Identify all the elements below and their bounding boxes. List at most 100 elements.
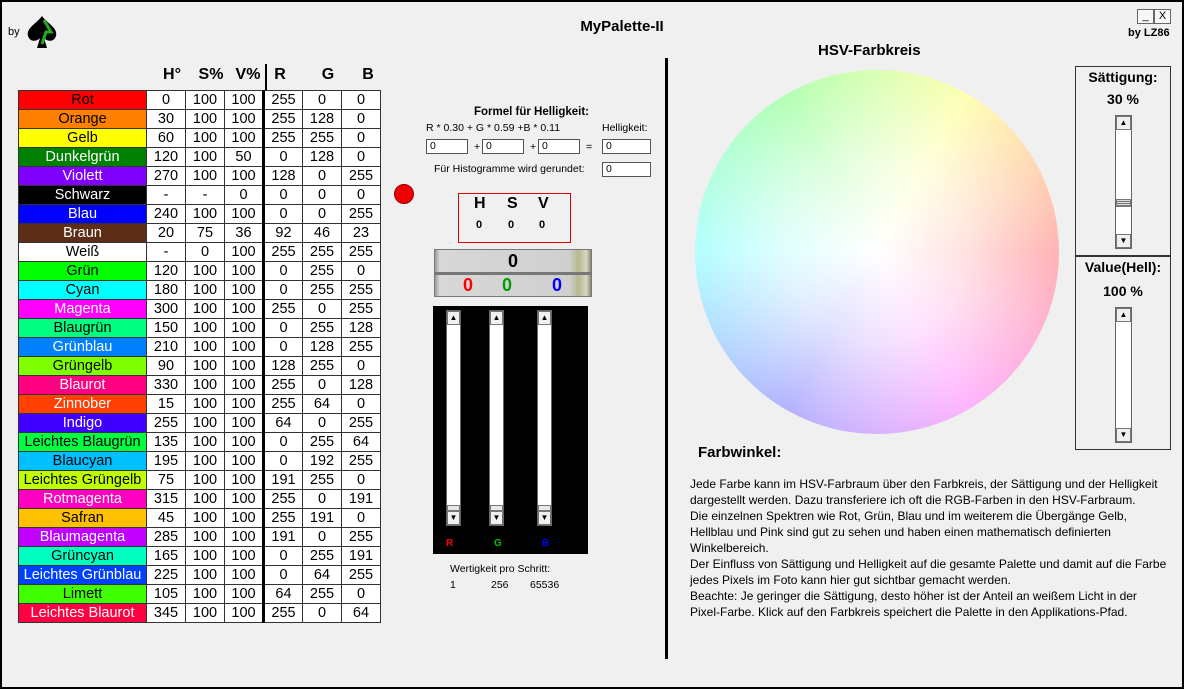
color-name-cell[interactable]: Leichtes Blaurot <box>18 603 147 623</box>
cell-b: 0 <box>341 394 381 414</box>
cell-g: 255 <box>302 356 342 376</box>
r-slider-label: R <box>446 538 454 549</box>
color-name-cell[interactable]: Blaurot <box>18 375 147 395</box>
cell-v: 100 <box>224 489 264 509</box>
arrow-down-icon[interactable]: ▼ <box>1116 234 1131 248</box>
color-name-cell[interactable]: Rotmagenta <box>18 489 147 509</box>
wertigkeit-label: Wertigkeit pro Schritt: <box>450 563 551 575</box>
arrow-down-icon[interactable]: ▼ <box>538 511 551 525</box>
color-name-cell[interactable]: Grüngelb <box>18 356 147 376</box>
cell-r: 0 <box>262 565 303 585</box>
arrow-up-icon[interactable]: ▲ <box>1116 116 1131 130</box>
saturation-slider-thumb[interactable] <box>1116 198 1131 207</box>
r-slider[interactable]: ▲ ▼ <box>446 310 461 526</box>
color-name-cell[interactable]: Leichtes Grüngelb <box>18 470 147 490</box>
color-name-cell[interactable]: Braun <box>18 223 147 243</box>
cell-r: 255 <box>262 375 303 395</box>
arrow-up-icon[interactable]: ▲ <box>490 311 503 325</box>
cell-g: 255 <box>302 280 342 300</box>
color-name-cell[interactable]: Violett <box>18 166 147 186</box>
cell-r: 0 <box>262 318 303 338</box>
cell-s: 100 <box>185 508 225 528</box>
minimize-button[interactable]: _ <box>1137 9 1154 24</box>
cell-h: 330 <box>146 375 186 395</box>
arrow-up-icon[interactable]: ▲ <box>1116 308 1131 322</box>
color-name-cell[interactable]: Grüncyan <box>18 546 147 566</box>
hsv-color-wheel[interactable] <box>695 70 1059 434</box>
cell-v: 100 <box>224 299 264 319</box>
color-name-cell[interactable]: Grünblau <box>18 337 147 357</box>
color-name-cell[interactable]: Indigo <box>18 413 147 433</box>
color-name-cell[interactable]: Blau <box>18 204 147 224</box>
color-name-cell[interactable]: Blaugrün <box>18 318 147 338</box>
saturation-title: Sättigung: <box>1088 69 1158 85</box>
color-name-cell[interactable]: Grün <box>18 261 147 281</box>
arrow-down-icon[interactable]: ▼ <box>1116 428 1131 442</box>
hsv-h-value: 0 <box>476 219 483 231</box>
color-table: Rot 0 100 100 255 0 0 Orange 30 100 100 255 128 0 Gelb… <box>18 90 381 623</box>
cell-g: 0 <box>302 375 342 395</box>
arrow-up-icon[interactable]: ▲ <box>538 311 551 325</box>
g-slider[interactable]: ▲ ▼ <box>489 310 504 526</box>
cell-b: 0 <box>341 470 381 490</box>
saturation-panel: Sättigung: 30 % ▲ ▼ <box>1075 66 1171 256</box>
cell-v: 100 <box>224 432 264 452</box>
wertigkeit-g: 256 <box>491 579 509 591</box>
arrow-down-icon[interactable]: ▼ <box>490 511 503 525</box>
cell-b: 0 <box>341 147 381 167</box>
cell-r: 255 <box>262 299 303 319</box>
color-name-cell[interactable]: Weiß <box>18 242 147 262</box>
cell-s: 100 <box>185 109 225 129</box>
color-name-cell[interactable]: Rot <box>18 90 147 110</box>
cell-s: 100 <box>185 432 225 452</box>
r-value: 0 <box>463 275 474 295</box>
cell-b: 255 <box>341 413 381 433</box>
color-name-cell[interactable]: Cyan <box>18 280 147 300</box>
cell-g: 191 <box>302 508 342 528</box>
cell-g: 46 <box>302 223 342 243</box>
color-name-cell[interactable]: Leichtes Blaugrün <box>18 432 147 452</box>
cell-h: 135 <box>146 432 186 452</box>
cell-h: 90 <box>146 356 186 376</box>
color-name-cell[interactable]: Magenta <box>18 299 147 319</box>
table-row: Dunkelgrün 120 100 50 0 128 0 <box>18 147 381 167</box>
color-name-cell[interactable]: Zinnober <box>18 394 147 414</box>
cell-b: 0 <box>341 90 381 110</box>
cell-v: 100 <box>224 280 264 300</box>
cell-b: 255 <box>341 166 381 186</box>
cell-s: 100 <box>185 261 225 281</box>
cell-s: 100 <box>185 337 225 357</box>
color-name-cell[interactable]: Dunkelgrün <box>18 147 147 167</box>
value-slider[interactable]: ▲ ▼ <box>1115 307 1132 443</box>
arrow-up-icon[interactable]: ▲ <box>447 311 460 325</box>
color-name-cell[interactable]: Blaumagenta <box>18 527 147 547</box>
cell-v: 100 <box>224 356 264 376</box>
cell-r: 191 <box>262 527 303 547</box>
color-name-cell[interactable]: Limett <box>18 584 147 604</box>
close-button[interactable]: X <box>1154 9 1171 24</box>
cell-v: 0 <box>224 185 264 205</box>
cell-g: 255 <box>302 432 342 452</box>
cell-g: 128 <box>302 147 342 167</box>
color-name-cell[interactable]: Blaucyan <box>18 451 147 471</box>
color-name-cell[interactable]: Leichtes Grünblau <box>18 565 147 585</box>
cell-h: - <box>146 185 186 205</box>
histogram-label: Für Histogramme wird gerundet: <box>434 163 585 175</box>
b-slider[interactable]: ▲ ▼ <box>537 310 552 526</box>
cell-b: 255 <box>341 337 381 357</box>
color-name-cell[interactable]: Safran <box>18 508 147 528</box>
saturation-slider[interactable]: ▲ ▼ <box>1115 115 1132 249</box>
cell-r: 0 <box>262 185 303 205</box>
color-name-cell[interactable]: Gelb <box>18 128 147 148</box>
table-row: Rot 0 100 100 255 0 0 <box>18 90 381 110</box>
arrow-down-icon[interactable]: ▼ <box>447 511 460 525</box>
histogram-field: 0 <box>602 162 651 177</box>
cell-h: 75 <box>146 470 186 490</box>
cell-g: 255 <box>302 261 342 281</box>
color-name-cell[interactable]: Orange <box>18 109 147 129</box>
cell-v: 100 <box>224 527 264 547</box>
cell-s: 100 <box>185 147 225 167</box>
cell-h: 180 <box>146 280 186 300</box>
color-name-cell[interactable]: Schwarz <box>18 185 147 205</box>
table-row: Braun 20 75 36 92 46 23 <box>18 223 381 243</box>
